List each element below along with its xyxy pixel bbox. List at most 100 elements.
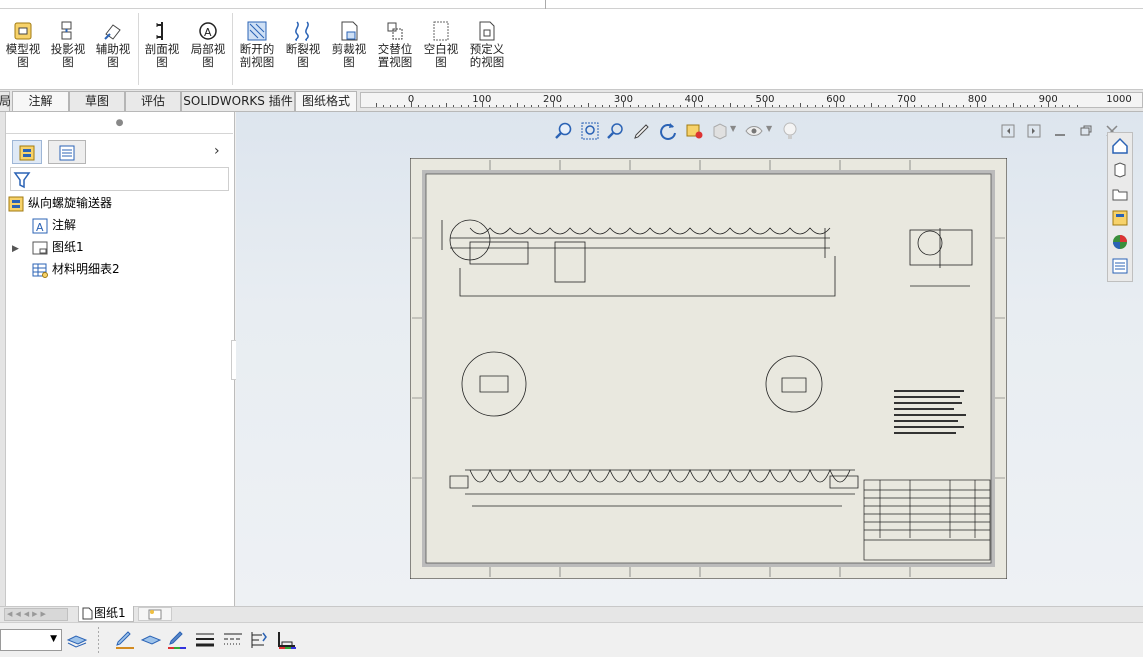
crop-view-button[interactable]: 剪裁视 图 — [326, 20, 372, 88]
add-sheet-tab[interactable] — [138, 607, 172, 621]
previous-sheet-icon[interactable] — [998, 121, 1018, 141]
scene-lightbulb-icon[interactable] — [780, 121, 800, 141]
zoom-to-area-icon[interactable] — [580, 121, 600, 141]
color-display-mode-icon[interactable] — [276, 630, 298, 650]
property-list-icon — [59, 145, 75, 161]
zoom-to-fit-icon[interactable] — [554, 121, 574, 141]
line-style-icon[interactable] — [222, 630, 244, 650]
heads-up-view-toolbar: ▼ ▼ — [554, 121, 814, 143]
custom-properties-icon[interactable] — [1111, 257, 1129, 275]
feature-tree-icon — [19, 145, 35, 161]
crop-icon — [341, 21, 358, 41]
model-view-button[interactable]: 模型视 图 — [0, 20, 46, 88]
tab-sketch[interactable]: 草图 — [69, 91, 125, 111]
ruler-tick — [842, 105, 844, 107]
ruler-tick — [736, 105, 738, 107]
model-view-icon — [14, 22, 32, 40]
tree-root-item[interactable]: 纵向螺旋输送器 — [8, 193, 112, 213]
sheet-navigation-arrows[interactable]: ◀◀◀▶▶ — [4, 608, 68, 621]
feature-manager-panel: ● › 纵向螺旋输送器 A 注解 ▶ 图纸1 材料明细表2 — [0, 112, 235, 606]
display-style-icon[interactable] — [710, 121, 730, 141]
tree-item-bom[interactable]: 材料明细表2 — [32, 259, 120, 279]
expand-arrow-icon[interactable]: ▶ — [12, 239, 26, 259]
ruler-tick — [658, 103, 660, 107]
ruler-tick — [694, 101, 696, 107]
ruler-tick — [793, 105, 795, 107]
sheet-tab-active[interactable]: 图纸1 — [78, 606, 134, 622]
rotate-icon[interactable] — [658, 121, 678, 141]
layer-select[interactable]: ▼ — [0, 629, 62, 651]
ruler-tick — [630, 105, 632, 107]
sheet-icon — [32, 241, 48, 254]
tree-filter-box[interactable] — [10, 167, 229, 191]
property-manager-tab[interactable] — [48, 140, 86, 164]
chevron-down-icon[interactable]: ▼ — [766, 124, 772, 133]
ruler-tick — [1076, 105, 1078, 107]
ruler-tick — [573, 105, 575, 107]
alternate-position-view-button[interactable]: 交替位 置视图 — [372, 20, 418, 88]
ruler-tick — [814, 105, 816, 107]
detail-view-button[interactable]: A 局部视 图 — [185, 20, 231, 88]
ruler-tick — [779, 105, 781, 107]
panel-splitter[interactable]: ● — [6, 118, 233, 134]
ruler-tick — [453, 105, 455, 107]
design-library-icon[interactable] — [1111, 161, 1129, 179]
projected-view-button[interactable]: 投影视 图 — [45, 20, 91, 88]
chevron-down-icon[interactable]: ▼ — [730, 124, 736, 133]
ruler-tick — [1069, 105, 1071, 107]
graphics-area[interactable]: ▼ ▼ — [236, 112, 1143, 606]
color-pen-icon[interactable] — [166, 630, 188, 650]
empty-view-button[interactable]: 空白视 图 — [418, 20, 464, 88]
section-view-button[interactable]: 剖面视 图 — [139, 20, 185, 88]
next-sheet-icon[interactable] — [1024, 121, 1044, 141]
ruler-tick — [1041, 105, 1043, 107]
ruler-tick — [637, 105, 639, 107]
ruler-tick — [559, 105, 561, 107]
ruler-tick — [772, 105, 774, 107]
auxiliary-view-button[interactable]: 辅助视 图 — [90, 20, 136, 88]
svg-text:A: A — [36, 221, 44, 234]
ruler-tick — [708, 105, 710, 107]
predefined-view-icon — [479, 21, 495, 41]
line-color-icon[interactable] — [114, 630, 136, 650]
view-palette-icon[interactable] — [1111, 209, 1129, 227]
alternate-position-icon — [387, 22, 403, 40]
hide-show-edges-icon[interactable] — [248, 630, 270, 650]
home-icon[interactable] — [1111, 137, 1129, 155]
ruler-tick — [1026, 105, 1028, 107]
broken-out-section-icon — [247, 21, 267, 41]
appearances-icon[interactable] — [1111, 233, 1129, 251]
ruler-tick — [411, 101, 412, 107]
layer-icon[interactable] — [140, 630, 162, 650]
file-explorer-icon[interactable] — [1111, 185, 1129, 203]
tab-solidworks-addins[interactable]: SOLIDWORKS 插件 — [181, 91, 295, 111]
tab-evaluate[interactable]: 评估 — [125, 91, 181, 111]
drawing-sheet[interactable] — [410, 158, 1007, 579]
tree-item-annotations[interactable]: A 注解 — [32, 215, 76, 235]
restore-icon[interactable] — [1076, 121, 1096, 141]
ruler-tick — [906, 101, 908, 107]
minimize-icon[interactable] — [1050, 121, 1070, 141]
break-view-button[interactable]: 断裂视 图 — [280, 20, 326, 88]
ruler-tick — [418, 105, 420, 107]
tab-annotation[interactable]: 注解 — [12, 91, 69, 111]
broken-out-section-button[interactable]: 断开的 剖视图 — [234, 20, 280, 88]
hide-show-items-icon[interactable] — [744, 121, 764, 141]
feature-manager-tab[interactable] — [12, 140, 42, 164]
layer-properties-icon[interactable] — [66, 630, 88, 650]
previous-view-icon[interactable] — [606, 121, 626, 141]
pen-icon[interactable] — [632, 121, 652, 141]
panel-edge — [0, 112, 6, 606]
ruler-tick — [495, 105, 497, 107]
line-thickness-icon[interactable] — [194, 630, 216, 650]
tab-sheet-format[interactable]: 图纸格式 — [295, 91, 357, 111]
ruler-tick — [602, 105, 604, 107]
tab-layout-partial[interactable]: 局 — [0, 91, 11, 111]
ruler-tick — [807, 105, 809, 107]
predefined-view-button[interactable]: 预定义 的视图 — [464, 20, 510, 88]
tree-item-sheet1[interactable]: ▶ 图纸1 — [12, 237, 84, 257]
chevron-right-icon[interactable]: › — [214, 143, 220, 159]
view-settings-icon[interactable] — [684, 121, 704, 141]
ruler-tick — [977, 101, 979, 107]
ruler-tick — [920, 105, 922, 107]
